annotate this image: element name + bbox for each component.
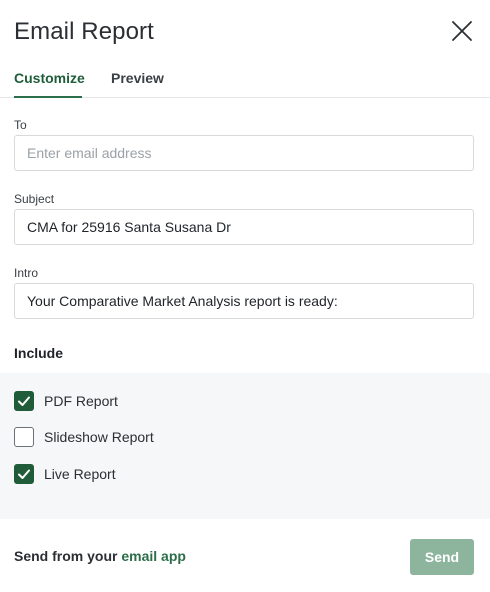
close-button[interactable]	[448, 17, 476, 45]
slideshow-report-label: Slideshow Report	[44, 429, 154, 445]
send-from-prefix: Send from your	[14, 548, 122, 564]
to-email-input[interactable]	[14, 135, 474, 171]
subject-input[interactable]	[14, 209, 474, 245]
live-report-checkbox[interactable]	[14, 464, 34, 484]
include-option-slideshow-report[interactable]: Slideshow Report	[14, 426, 154, 448]
include-option-live-report[interactable]: Live Report	[14, 463, 116, 485]
email-report-dialog: Email Report Customize Preview To Subjec…	[0, 0, 490, 592]
pdf-report-label: PDF Report	[44, 393, 118, 409]
slideshow-report-checkbox[interactable]	[14, 427, 34, 447]
to-label: To	[14, 118, 27, 132]
live-report-label: Live Report	[44, 466, 116, 482]
include-heading: Include	[14, 345, 64, 361]
dialog-title: Email Report	[14, 18, 154, 45]
send-from-text: Send from your email app	[14, 548, 186, 564]
checkmark-icon	[18, 469, 30, 479]
email-app-link[interactable]: email app	[121, 548, 186, 564]
send-button[interactable]: Send	[410, 539, 474, 575]
pdf-report-checkbox[interactable]	[14, 391, 34, 411]
include-options-panel: PDF Report Slideshow Report Live Report	[0, 373, 490, 519]
tab-customize[interactable]: Customize	[14, 70, 85, 98]
subject-label: Subject	[14, 192, 55, 206]
close-icon	[452, 21, 472, 41]
intro-label: Intro	[14, 266, 39, 280]
intro-input[interactable]	[14, 283, 474, 319]
tab-preview[interactable]: Preview	[111, 70, 164, 98]
include-option-pdf-report[interactable]: PDF Report	[14, 390, 118, 412]
tab-bar: Customize Preview	[0, 62, 490, 98]
checkmark-icon	[18, 396, 30, 406]
